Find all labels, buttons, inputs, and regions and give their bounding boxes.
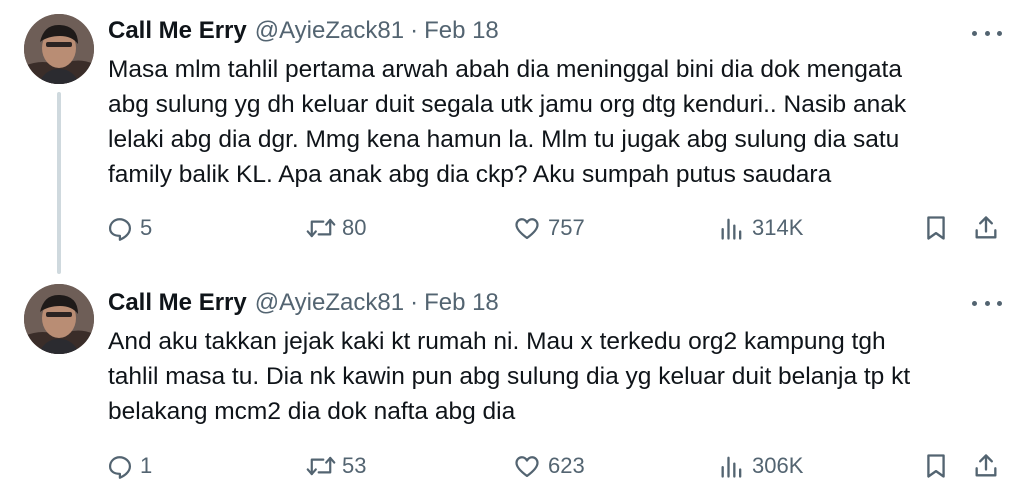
- tweet-text-line: And aku takkan jejak kaki kt rumah ni. M…: [108, 328, 886, 355]
- reply-count: 5: [140, 215, 153, 240]
- tweet-text-line: tahlil masa tu. Dia nk kawin pun abg sul…: [108, 363, 911, 390]
- repost-count: 53: [342, 453, 367, 478]
- bookmark-icon: [927, 454, 945, 478]
- repost-icon: [306, 218, 336, 238]
- heart-icon: [515, 456, 539, 478]
- author-display-name[interactable]: Call Me Erry: [108, 16, 247, 46]
- tweet-text-line: lelaki abg dia dgr. Mmg kena hamun la. M…: [108, 126, 900, 153]
- reply-icon: [108, 218, 132, 241]
- author-handle[interactable]: @AyieZack81: [255, 288, 404, 318]
- like-count: 757: [548, 215, 585, 240]
- tweet-text-line: belakang mcm2 dia dok nafta abg dia: [108, 398, 516, 425]
- reply-count: 1: [140, 453, 153, 478]
- tweet-header: Call Me Erry @AyieZack81 · Feb 18: [108, 16, 499, 46]
- bookmark-icon: [927, 216, 945, 240]
- more-icon[interactable]: [972, 296, 1002, 310]
- reply-icon: [108, 456, 132, 479]
- views-count: 306K: [752, 453, 804, 478]
- like-button[interactable]: 623: [512, 448, 585, 484]
- more-icon[interactable]: [972, 26, 1002, 40]
- tweet-text-line: family balik KL. Apa anak abg dia ckp? A…: [108, 161, 832, 188]
- like-count: 623: [548, 453, 585, 478]
- avatar[interactable]: [24, 284, 94, 354]
- heart-icon: [515, 218, 539, 240]
- bookmark-button[interactable]: [922, 448, 950, 484]
- tweet-text: Masa mlm tahlil pertama arwah abah dia m…: [108, 52, 998, 192]
- share-icon: [975, 454, 997, 477]
- views-icon: [721, 218, 742, 240]
- tweet[interactable]: Call Me Erry @AyieZack81 · Feb 18 And ak…: [0, 266, 1024, 504]
- tweet-text-line: Masa mlm tahlil pertama arwah abah dia m…: [108, 56, 902, 83]
- tweet[interactable]: Call Me Erry @AyieZack81 · Feb 18 Masa m…: [0, 0, 1024, 274]
- header-separator: ·: [410, 17, 419, 44]
- views-button[interactable]: 314K: [718, 210, 803, 246]
- repost-button[interactable]: 80: [306, 210, 366, 246]
- reply-button[interactable]: 5: [106, 210, 152, 246]
- thread-connector-line: [57, 92, 61, 274]
- tweet-actions: 1 53 623 306K: [0, 448, 1024, 484]
- tweet-actions: 5 80 757 314K: [0, 210, 1024, 246]
- tweet-text-line: abg sulung yg dh keluar duit segala utk …: [108, 91, 907, 118]
- tweet-date[interactable]: Feb 18: [424, 288, 499, 318]
- like-button[interactable]: 757: [512, 210, 585, 246]
- views-icon: [721, 456, 742, 478]
- author-handle[interactable]: @AyieZack81: [255, 16, 404, 46]
- repost-count: 80: [342, 215, 367, 240]
- views-count: 314K: [752, 215, 804, 240]
- share-button[interactable]: [972, 448, 1000, 484]
- avatar[interactable]: [24, 14, 94, 84]
- author-display-name[interactable]: Call Me Erry: [108, 288, 247, 318]
- share-button[interactable]: [972, 210, 1000, 246]
- share-icon: [975, 216, 997, 239]
- tweet-date[interactable]: Feb 18: [424, 16, 499, 46]
- header-separator: ·: [410, 289, 419, 316]
- views-button[interactable]: 306K: [718, 448, 803, 484]
- repost-icon: [306, 456, 336, 476]
- bookmark-button[interactable]: [922, 210, 950, 246]
- tweet-text: And aku takkan jejak kaki kt rumah ni. M…: [108, 324, 998, 429]
- tweet-header: Call Me Erry @AyieZack81 · Feb 18: [108, 288, 499, 318]
- repost-button[interactable]: 53: [306, 448, 366, 484]
- reply-button[interactable]: 1: [106, 448, 152, 484]
